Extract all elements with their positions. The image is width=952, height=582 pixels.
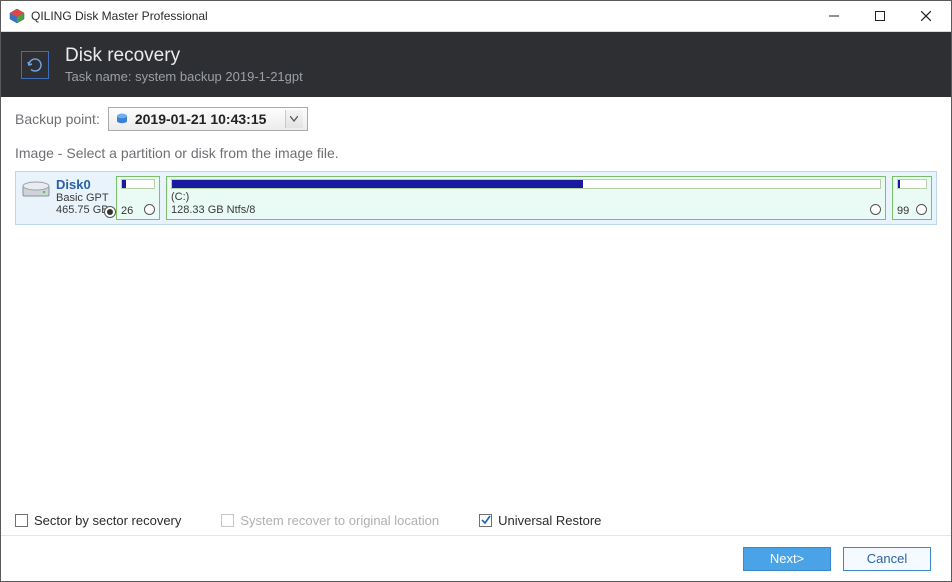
checkbox-system-original: System recover to original location xyxy=(221,513,439,528)
backup-point-row: Backup point: 2019-01-21 10:43:15 xyxy=(1,101,951,137)
partition-0[interactable]: 26 xyxy=(116,176,160,220)
checkbox-sector-label: Sector by sector recovery xyxy=(34,513,181,528)
page-title: Disk recovery xyxy=(65,45,303,67)
disk-info[interactable]: Disk0 Basic GPT 465.75 GB xyxy=(20,176,110,220)
disk-list: Disk0 Basic GPT 465.75 GB 26 (C:) 128.33… xyxy=(1,171,951,225)
window-title: QILING Disk Master Professional xyxy=(31,9,811,23)
recovery-options: Sector by sector recovery System recover… xyxy=(1,505,951,535)
maximize-button[interactable] xyxy=(857,1,903,31)
close-button[interactable] xyxy=(903,1,949,31)
checkbox-sector-recovery[interactable]: Sector by sector recovery xyxy=(15,513,181,528)
chevron-down-icon xyxy=(285,110,303,128)
partition-0-radio[interactable] xyxy=(144,204,155,215)
partition-2-radio[interactable] xyxy=(916,204,927,215)
checkbox-system-label: System recover to original location xyxy=(240,513,439,528)
checkbox-universal-label: Universal Restore xyxy=(498,513,601,528)
partition-1-size: 128.33 GB Ntfs/8 xyxy=(171,204,881,217)
disk-row[interactable]: Disk0 Basic GPT 465.75 GB 26 (C:) 128.33… xyxy=(15,171,937,225)
instruction-text: Image - Select a partition or disk from … xyxy=(1,137,951,171)
backup-point-value: 2019-01-21 10:43:15 xyxy=(135,111,279,127)
recovery-icon xyxy=(21,51,49,79)
checkbox-universal-restore[interactable]: Universal Restore xyxy=(479,513,601,528)
backup-point-select[interactable]: 2019-01-21 10:43:15 xyxy=(108,107,308,131)
title-bar: QILING Disk Master Professional xyxy=(1,1,951,32)
disk-radio[interactable] xyxy=(104,206,116,218)
partition-2[interactable]: 99 xyxy=(892,176,932,220)
hdd-icon xyxy=(22,178,50,200)
page-header: Disk recovery Task name: system backup 2… xyxy=(1,32,951,97)
footer: Next> Cancel xyxy=(1,535,951,581)
minimize-button[interactable] xyxy=(811,1,857,31)
next-button[interactable]: Next> xyxy=(743,547,831,571)
cancel-button[interactable]: Cancel xyxy=(843,547,931,571)
disk-name: Disk0 xyxy=(56,178,109,192)
partition-0-size: 26 xyxy=(121,205,133,217)
partition-1-radio[interactable] xyxy=(870,204,881,215)
backup-point-label: Backup point: xyxy=(15,111,100,127)
partition-2-size: 99 xyxy=(897,205,909,217)
disk-type: Basic GPT xyxy=(56,192,109,204)
disk-size: 465.75 GB xyxy=(56,204,109,216)
partition-1-label: (C:) xyxy=(171,191,881,204)
partition-1[interactable]: (C:) 128.33 GB Ntfs/8 xyxy=(166,176,886,220)
disk-small-icon xyxy=(115,112,129,126)
task-name: Task name: system backup 2019-1-21gpt xyxy=(65,69,303,84)
app-icon xyxy=(9,8,25,24)
